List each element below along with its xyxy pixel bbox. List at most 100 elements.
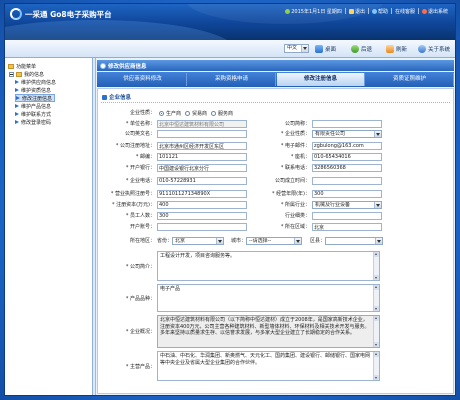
scroll-down-icon[interactable] — [374, 306, 379, 311]
scroll-up-icon[interactable] — [374, 285, 379, 290]
products-textarea[interactable]: 电子产品 — [157, 284, 380, 312]
scrollbar[interactable] — [373, 352, 379, 380]
sidebar-item[interactable]: 维护联系方式 — [15, 110, 51, 118]
intro-label: * 公司简介： — [125, 264, 155, 270]
scroll-down-icon[interactable] — [374, 375, 379, 380]
operating-years-field[interactable] — [312, 190, 382, 198]
province-label: 省份： — [157, 238, 173, 244]
help-link[interactable]: 帮助 — [367, 8, 391, 15]
landline-field[interactable] — [312, 153, 382, 161]
overview-textarea[interactable]: 北京中恒达建筑材料有限公司（以下简称中恒达建材）成立于2008年，是国家高新技术… — [157, 315, 380, 348]
scroll-down-icon[interactable] — [374, 342, 379, 347]
contact-phone-field[interactable] — [312, 164, 382, 172]
sidebar-item[interactable]: 维护资质信息 — [15, 86, 51, 94]
scroll-down-icon[interactable] — [374, 275, 379, 280]
bank-account-field[interactable] — [157, 223, 247, 231]
radio-button[interactable] — [185, 110, 191, 116]
scroll-up-icon[interactable] — [374, 316, 379, 321]
logout-label: 退出 — [354, 8, 365, 15]
sidebar-item-label: 维护资质信息 — [21, 87, 52, 94]
sidebar-item[interactable]: 维护产品信息 — [15, 102, 51, 110]
sidebar-item-label: 维护产品信息 — [21, 103, 52, 110]
sidebar-item[interactable]: 修改注册信息 — [15, 94, 56, 102]
header-decoration — [5, 20, 235, 40]
clock-icon — [285, 8, 291, 14]
province-select[interactable]: 北京 — [172, 237, 224, 245]
bank-account-label: 开户账号： — [129, 224, 155, 230]
company-phone-field[interactable] — [157, 177, 247, 185]
scrollbar[interactable] — [373, 285, 379, 311]
radio-button[interactable] — [159, 110, 164, 116]
folder-icon — [8, 63, 14, 69]
chevron-down-icon — [375, 238, 382, 244]
toolbar: 中文 桌面 后退 刷新 关于系统 — [5, 40, 455, 58]
language-select[interactable]: 中文 — [284, 44, 309, 53]
contact-phone-label: * 联系电话： — [280, 165, 310, 171]
tab-qualification-apply[interactable]: 采购资格申请 — [188, 73, 276, 86]
tab-registration-edit[interactable]: 修改注册信息 — [277, 73, 365, 86]
exit-system-link[interactable]: 退出系统 — [417, 8, 451, 15]
intro-text: 工程设计开发，项目咨询服务等。 — [160, 253, 236, 259]
about-button-label: 关于系统 — [428, 47, 451, 53]
refresh-button[interactable]: 刷新 — [386, 44, 407, 54]
tab-profile-edit[interactable]: 供应商资料修改 — [99, 73, 187, 86]
enterprise-type-label: 企业性质： — [129, 110, 155, 116]
panel-icon — [100, 62, 106, 69]
city-value: --请选择-- — [249, 238, 272, 244]
tab-certificate-maintain[interactable]: 资质证照维护 — [366, 73, 454, 86]
overview-text: 北京中恒达建筑材料有限公司（以下简称中恒达建材）成立于2008年，是国家高新技术… — [160, 317, 370, 336]
help-icon — [371, 8, 377, 14]
scrollbar[interactable] — [373, 252, 379, 280]
desktop-button-label: 桌面 — [325, 47, 337, 53]
about-button[interactable]: 关于系统 — [418, 44, 450, 54]
district-label: 区县： — [310, 238, 326, 244]
email-field[interactable] — [312, 142, 382, 150]
sidebar-item[interactable]: 维护供应商信息 — [15, 78, 56, 86]
intro-textarea[interactable]: 工程设计开发，项目咨询服务等。 — [157, 251, 380, 281]
city-select[interactable]: --请选择-- — [246, 237, 302, 245]
english-name-field[interactable] — [157, 130, 247, 138]
radio-button[interactable] — [211, 110, 217, 116]
chevron-down-icon — [374, 202, 381, 208]
license-no-label: * 营业执照注册号： — [110, 191, 155, 197]
postcode-field[interactable] — [157, 153, 247, 161]
folder-icon — [16, 71, 22, 77]
email-label: * 电子邮件： — [280, 143, 310, 149]
chevron-down-icon — [374, 131, 381, 137]
scroll-up-icon[interactable] — [374, 252, 379, 257]
sidebar-item[interactable]: 修改登录密码 — [15, 118, 51, 126]
tab-strip: 供应商资料修改 采购资格申请 修改注册信息 资质证照维护 — [97, 72, 454, 87]
registered-capital-field[interactable] — [157, 201, 247, 209]
area-field[interactable] — [312, 223, 382, 231]
short-name-label: 公司简称： — [284, 121, 310, 127]
products-text: 电子产品 — [160, 286, 181, 292]
address-label: * 公司注册地址： — [115, 143, 155, 149]
postcode-label: * 邮编： — [135, 154, 155, 160]
menu-group-my-info[interactable]: 我的信息 — [9, 70, 44, 78]
bank-field[interactable] — [157, 164, 247, 172]
scrollbar[interactable] — [373, 316, 379, 347]
arrow-right-icon — [15, 112, 19, 116]
top-header: 一采通 Go8电子采购平台 2015年1月1日 星期四 退出 帮助 在线客服 退… — [5, 4, 455, 40]
short-name-field[interactable] — [312, 120, 382, 128]
main-products-textarea[interactable]: 中石油、中石化、华润集团、新奥燃气、天元化工、国药集团、建设银行、邮储银行、国家… — [157, 351, 380, 381]
company-type-select[interactable]: 有限责任公司 — [312, 130, 382, 138]
license-no-field[interactable] — [157, 190, 247, 198]
arrow-right-icon — [15, 120, 19, 124]
address-field[interactable] — [157, 142, 247, 150]
employee-count-field[interactable] — [157, 212, 247, 220]
scroll-up-icon[interactable] — [374, 352, 379, 357]
industry-detail-field[interactable] — [312, 212, 382, 220]
panel-title-bar: 修改供应商信息 — [97, 60, 454, 71]
online-service-link[interactable]: 在线客服 — [390, 8, 418, 15]
logout-link[interactable]: 退出 — [344, 8, 368, 15]
district-select[interactable] — [325, 237, 383, 245]
chevron-down-icon — [294, 238, 301, 244]
desktop-button[interactable]: 桌面 — [315, 44, 336, 54]
company-name-field[interactable] — [157, 120, 247, 128]
industry-select[interactable]: 机械及行业设备 — [312, 201, 382, 209]
sidebar-item-label: 修改登录密码 — [21, 119, 52, 126]
desktop-icon — [315, 45, 323, 53]
back-button[interactable]: 后退 — [351, 44, 372, 54]
founded-date-field[interactable] — [312, 177, 382, 185]
